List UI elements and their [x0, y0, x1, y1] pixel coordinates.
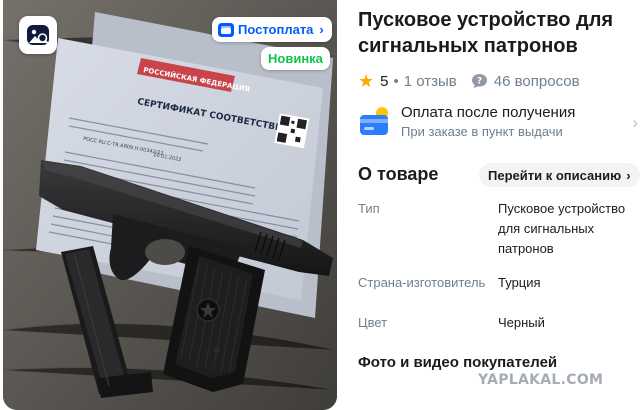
chevron-right-icon: ›: [319, 22, 324, 37]
visual-search-icon: [27, 25, 49, 45]
payment-subtitle: При заказе в пункт выдачи: [401, 124, 563, 139]
customer-media-title[interactable]: Фото и видео покупателей: [358, 354, 557, 371]
reviews-count[interactable]: 1 отзыв: [404, 73, 457, 90]
spec-value: Турция: [498, 275, 541, 290]
rating-value: 5: [380, 72, 389, 90]
certificate-qr-code: [274, 113, 310, 149]
visual-search-button[interactable]: [19, 16, 57, 54]
product-info: Пусковое устройство для сигнальных патро…: [358, 0, 640, 410]
spec-value: Пусковое устройство для сигнальных патро…: [498, 201, 626, 256]
rating-row[interactable]: ★ 5 • 1 отзыв ? 46 вопросов: [358, 71, 580, 91]
svg-text:?: ?: [477, 77, 482, 87]
about-section-title: О товаре: [358, 164, 439, 184]
postoplata-icon: [218, 22, 234, 37]
payment-card-icon: [358, 105, 394, 144]
spec-key: Страна-изготовитель: [358, 275, 486, 290]
go-to-description-button[interactable]: Перейти к описанию ›: [479, 163, 640, 187]
product-photo[interactable]: РОССИЙСКАЯ ФЕДЕРАЦИЯ СЕРТИФИКАТ СООТВЕТС…: [3, 0, 337, 410]
star-icon: ★: [358, 70, 375, 91]
chevron-right-icon: ›: [632, 113, 638, 132]
payment-title: Оплата после получения: [401, 104, 576, 121]
new-badge-label: Новинка: [268, 51, 323, 66]
go-to-description-label: Перейти к описанию: [488, 167, 622, 183]
chevron-right-icon: ›: [626, 167, 631, 183]
postpayment-badge-label: Постоплата: [238, 22, 314, 37]
product-title: Пусковое устройство для сигнальных патро…: [358, 9, 614, 57]
postpayment-badge[interactable]: Постоплата ›: [212, 17, 332, 42]
separator-dot: •: [393, 72, 399, 90]
spec-key: Тип: [358, 201, 380, 216]
question-icon: ?: [471, 73, 488, 89]
spec-key: Цвет: [358, 315, 388, 330]
watermark: YAPLAKAL.COM: [478, 372, 604, 388]
questions-count[interactable]: 46 вопросов: [494, 73, 580, 90]
spec-value: Черный: [498, 315, 545, 330]
payment-on-delivery-row[interactable]: Оплата после получения При заказе в пунк…: [358, 103, 640, 143]
new-badge: Новинка: [261, 47, 330, 70]
